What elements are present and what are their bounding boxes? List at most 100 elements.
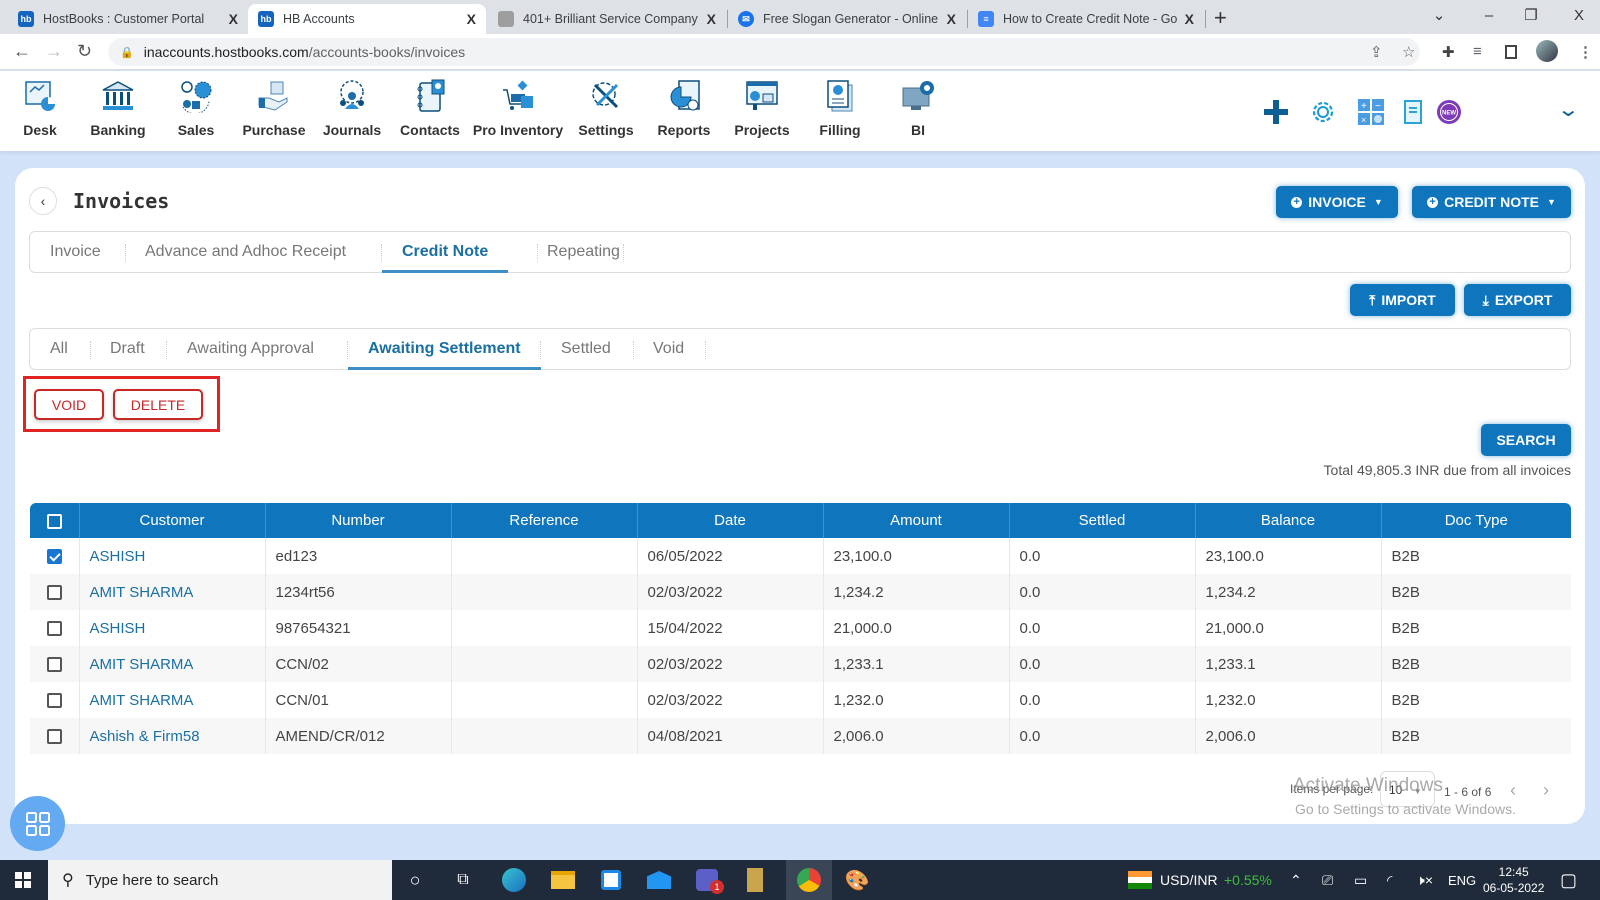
browser-tab-slogan-generator[interactable]: ✉ Free Slogan Generator - Online T X	[728, 4, 966, 34]
column-header-doc-type[interactable]: Doc Type	[1381, 503, 1571, 538]
column-header-number[interactable]: Number	[265, 503, 452, 538]
calculator-icon[interactable]: + − ×	[1357, 98, 1385, 126]
module-nav-filling[interactable]: Filling	[800, 79, 880, 138]
previous-page-button[interactable]: ‹	[1510, 780, 1516, 801]
chrome-menu-icon[interactable]: ⋮	[1578, 43, 1593, 61]
column-header-date[interactable]: Date	[637, 503, 824, 538]
tab-invoice[interactable]: Invoice	[50, 232, 101, 272]
row-checkbox[interactable]	[46, 621, 62, 637]
archive-app-icon[interactable]	[732, 860, 778, 900]
select-all-checkbox[interactable]	[46, 513, 62, 529]
address-bar[interactable]: 🔒 inaccounts.hostbooks.com/accounts-book…	[108, 38, 1420, 66]
tab-awaiting-settlement[interactable]: Awaiting Settlement	[348, 329, 541, 370]
module-nav-purchase[interactable]: Purchase	[234, 79, 314, 138]
new-tab-button[interactable]: +	[1214, 5, 1227, 31]
volume-muted-icon[interactable]: 🕨×	[1416, 860, 1433, 900]
currency-ticker-label[interactable]: USD/INR	[1160, 860, 1218, 900]
gear-icon[interactable]	[1309, 98, 1337, 126]
row-checkbox[interactable]	[46, 729, 62, 745]
forward-icon[interactable]: →	[45, 41, 63, 62]
module-nav-desk[interactable]: Desk	[0, 79, 80, 138]
table-row[interactable]: Ashish & Firm58 AMEND/CR/012 04/08/2021 2,0…	[30, 718, 1571, 754]
new-credit-note-button[interactable]: + CREDIT NOTE ▼	[1412, 186, 1571, 218]
teams-icon[interactable]: 1	[684, 860, 730, 900]
module-nav-contacts[interactable]: Contacts	[390, 79, 470, 138]
browser-tab-service-company[interactable]: 401+ Brilliant Service Company S X	[488, 4, 726, 34]
table-row[interactable]: AMIT SHARMA CCN/01 02/03/2022 1,232.0 0.0 1,2…	[30, 682, 1571, 718]
tab-search-button[interactable]: ⌄	[1416, 0, 1462, 30]
extensions-icon[interactable]: ✚	[1442, 43, 1455, 61]
table-row[interactable]: AMIT SHARMA 1234rt56 02/03/2022 1,234.2 0.0 1…	[30, 574, 1571, 610]
new-invoice-button[interactable]: + INVOICE ▼	[1276, 186, 1398, 218]
edge-icon[interactable]	[491, 860, 537, 900]
cell-customer[interactable]: Ashish & Firm58	[79, 718, 266, 754]
task-view-icon[interactable]: ⧉	[440, 860, 486, 900]
reading-list-icon[interactable]: ≡	[1473, 43, 1482, 60]
tab-all[interactable]: All	[50, 329, 68, 369]
cell-customer[interactable]: ASHISH	[79, 538, 266, 574]
table-row[interactable]: AMIT SHARMA CCN/02 02/03/2022 1,233.1 0.0 1,2…	[30, 646, 1571, 682]
mail-icon[interactable]	[636, 860, 682, 900]
reload-icon[interactable]: ↻	[77, 41, 92, 62]
tab-repeating[interactable]: Repeating	[527, 232, 620, 272]
module-nav-settings[interactable]: Settings	[566, 79, 646, 138]
module-nav-sales[interactable]: Sales	[156, 79, 236, 138]
file-explorer-icon[interactable]	[540, 860, 586, 900]
browser-tab-hb-accounts[interactable]: hb HB Accounts X	[248, 4, 486, 34]
maximize-button[interactable]: ❐	[1508, 0, 1554, 30]
profile-avatar[interactable]	[1536, 40, 1558, 62]
new-badge-icon[interactable]: NEW	[1435, 98, 1463, 126]
table-row[interactable]: ASHISH 987654321 15/04/2022 21,000.0 0.0 21,0…	[30, 610, 1571, 646]
tab-advance-adhoc-receipt[interactable]: Advance and Adhoc Receipt	[145, 232, 346, 272]
battery-icon[interactable]: ▭	[1354, 860, 1367, 900]
add-icon[interactable]	[1262, 98, 1290, 126]
module-nav-bi[interactable]: BI	[878, 79, 958, 138]
side-panel-icon[interactable]	[1505, 45, 1517, 59]
close-window-button[interactable]: X	[1556, 0, 1600, 30]
tab-credit-note[interactable]: Credit Note	[382, 232, 509, 273]
cell-customer[interactable]: ASHISH	[79, 610, 266, 646]
close-tab-icon[interactable]: X	[707, 11, 716, 27]
language-indicator[interactable]: ENG	[1448, 860, 1476, 900]
module-nav-banking[interactable]: Banking	[78, 79, 158, 138]
apps-grid-button[interactable]	[10, 796, 65, 851]
import-button[interactable]: ⤒ IMPORT	[1350, 284, 1455, 316]
share-icon[interactable]: ⇪	[1370, 43, 1383, 61]
column-header-reference[interactable]: Reference	[451, 503, 638, 538]
cell-customer[interactable]: AMIT SHARMA	[79, 646, 266, 682]
row-checkbox[interactable]	[46, 657, 62, 673]
module-nav-reports[interactable]: Reports	[644, 79, 724, 138]
row-checkbox[interactable]	[46, 693, 62, 709]
module-nav-journals[interactable]: Journals	[312, 79, 392, 138]
cell-customer[interactable]: AMIT SHARMA	[79, 682, 266, 718]
chevron-down-icon[interactable]: ⌄	[1557, 97, 1580, 122]
cortana-icon[interactable]: ○	[392, 860, 438, 900]
bookmark-star-icon[interactable]: ☆	[1402, 43, 1415, 61]
close-tab-icon[interactable]: X	[1185, 11, 1194, 27]
paint-icon[interactable]: 🎨	[834, 860, 880, 900]
windows-start-button[interactable]	[0, 860, 46, 900]
delete-button[interactable]: DELETE	[113, 389, 203, 420]
module-nav-pro-inventory[interactable]: Pro Inventory	[473, 79, 563, 138]
browser-tab-credit-note-doc[interactable]: ≡ How to Create Credit Note - Goo X	[968, 4, 1204, 34]
tab-awaiting-approval[interactable]: Awaiting Approval	[187, 329, 314, 369]
column-header-customer[interactable]: Customer	[79, 503, 266, 538]
column-header-settled[interactable]: Settled	[1009, 503, 1196, 538]
notifications-icon[interactable]: ▢	[1560, 860, 1577, 900]
cell-customer[interactable]: AMIT SHARMA	[79, 574, 266, 610]
close-tab-icon[interactable]: X	[947, 11, 956, 27]
minimize-button[interactable]: –	[1466, 0, 1512, 30]
export-button[interactable]: ⤓ EXPORT	[1464, 284, 1571, 316]
column-header-amount[interactable]: Amount	[823, 503, 1010, 538]
void-button[interactable]: VOID	[34, 389, 104, 420]
microsoft-store-icon[interactable]	[588, 860, 634, 900]
clock[interactable]: 12:45 06-05-2022	[1483, 860, 1544, 900]
next-page-button[interactable]: ›	[1543, 780, 1549, 801]
back-button[interactable]: ‹	[29, 187, 57, 215]
tab-void[interactable]: Void	[653, 329, 684, 369]
row-checkbox[interactable]	[46, 585, 62, 601]
tab-draft[interactable]: Draft	[110, 329, 145, 369]
table-row[interactable]: ASHISH ed123 06/05/2022 23,100.0 0.0 23,100.0…	[30, 538, 1571, 574]
chrome-icon[interactable]	[786, 860, 832, 900]
document-icon[interactable]	[1400, 98, 1428, 126]
